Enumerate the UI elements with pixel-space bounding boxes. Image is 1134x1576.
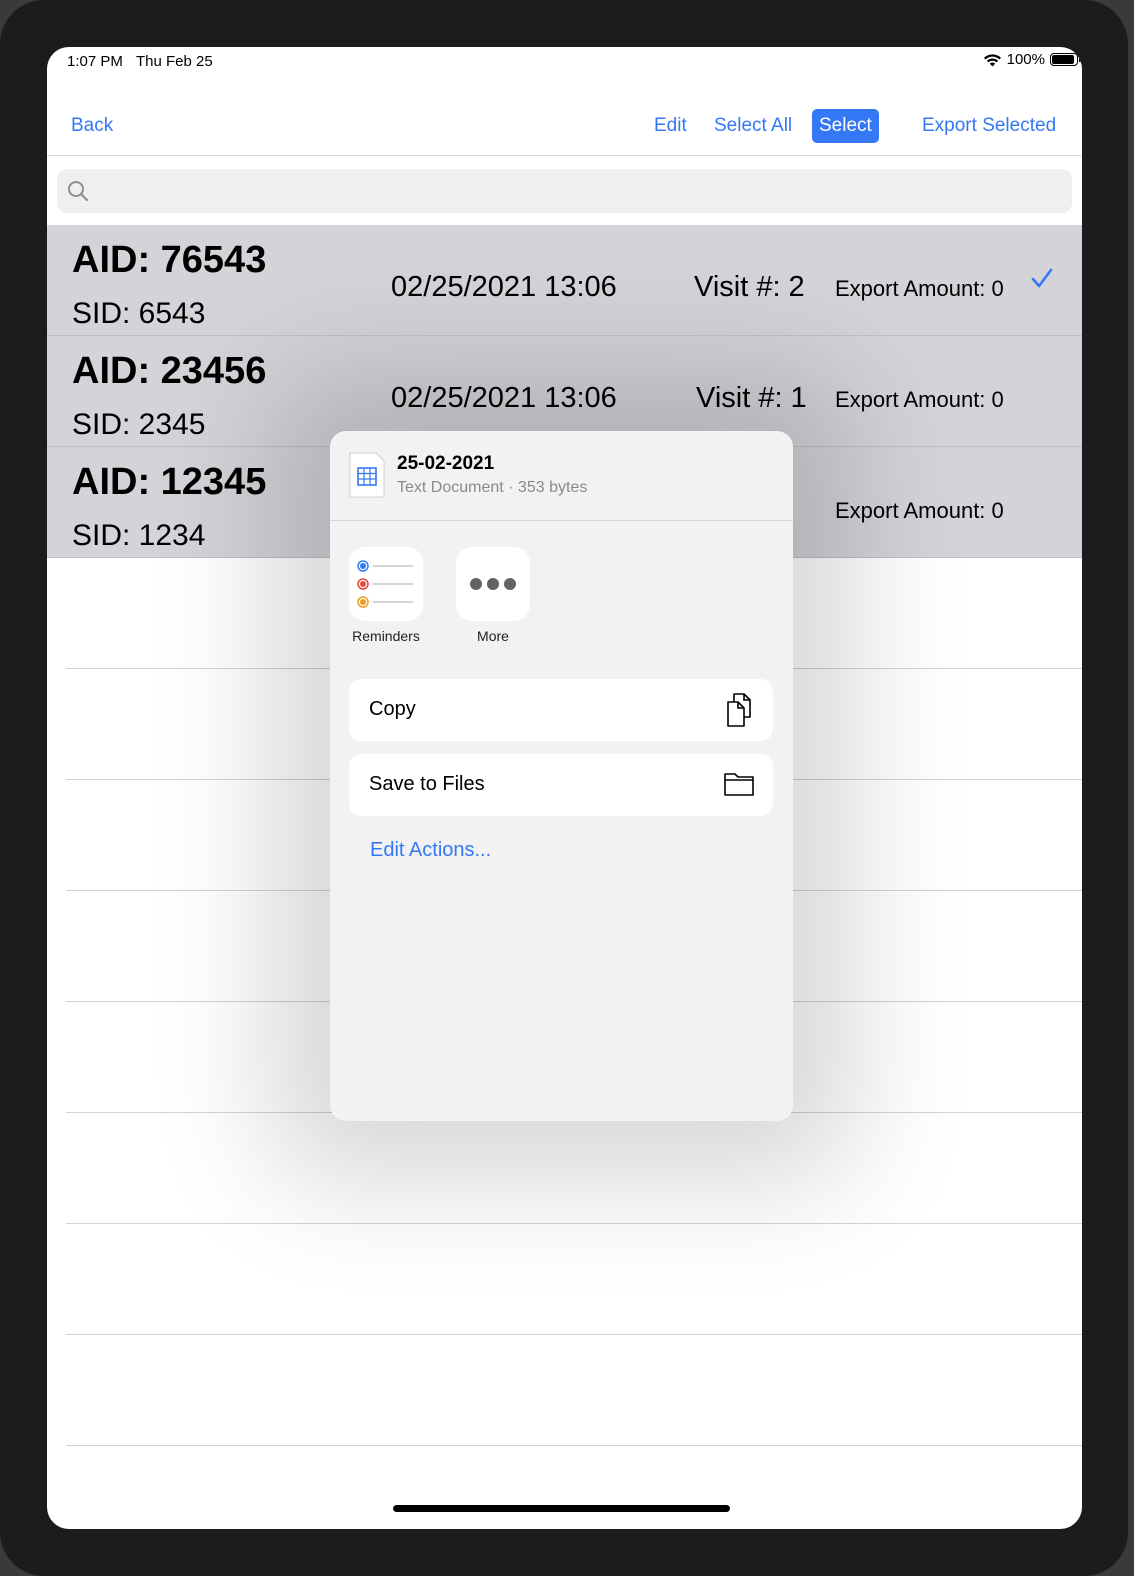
copy-action[interactable]: Copy <box>349 679 773 741</box>
table-row[interactable]: AID: 76543 SID: 6543 02/25/2021 13:06 Vi… <box>47 225 1082 336</box>
spreadsheet-document-icon <box>349 452 385 498</box>
wifi-icon <box>983 53 1001 66</box>
row-date: 02/25/2021 13:06 <box>391 271 617 303</box>
navigation-bar: Back Edit Select All Select Export Selec… <box>47 109 1082 155</box>
edit-button[interactable]: Edit <box>654 109 687 143</box>
save-to-files-action[interactable]: Save to Files <box>349 754 773 816</box>
row-sid: SID: 6543 <box>72 297 206 330</box>
select-all-button[interactable]: Select All <box>714 109 792 143</box>
row-aid: AID: 12345 <box>72 461 267 503</box>
checkmark-icon <box>1031 268 1053 288</box>
search-input[interactable] <box>57 169 1072 213</box>
share-sheet: 25-02-2021 Text Document · 353 bytes Rem… <box>330 431 793 1121</box>
row-date: 02/25/2021 13:06 <box>391 382 617 414</box>
row-aid: AID: 76543 <box>72 239 267 281</box>
save-to-files-label: Save to Files <box>369 773 485 795</box>
row-sid: SID: 2345 <box>72 408 206 441</box>
reminders-app-button[interactable] <box>349 547 423 621</box>
row-separator <box>66 1445 1082 1446</box>
file-info: Text Document · 353 bytes <box>397 479 588 496</box>
row-separator <box>66 1334 1082 1335</box>
home-indicator[interactable] <box>393 1505 730 1512</box>
reminders-icon <box>357 560 413 608</box>
search-icon <box>68 181 89 202</box>
row-export-amount: Export Amount: 0 <box>835 498 1004 523</box>
folder-icon <box>724 773 754 796</box>
edit-actions-link[interactable]: Edit Actions... <box>370 839 491 862</box>
row-aid: AID: 23456 <box>72 350 267 392</box>
export-selected-button[interactable]: Export Selected <box>922 109 1056 143</box>
row-export-amount: Export Amount: 0 <box>835 276 1004 301</box>
more-label: More <box>477 628 509 644</box>
file-name: 25-02-2021 <box>397 453 495 474</box>
row-sid: SID: 1234 <box>72 519 206 552</box>
battery-percent: 100% <box>1006 51 1045 68</box>
row-visit: Visit #: 1 <box>696 382 807 414</box>
battery-icon <box>1050 53 1081 66</box>
copy-label: Copy <box>369 698 416 720</box>
screen: 1:07 PM Thu Feb 25 100% Back Edit Select… <box>47 47 1082 1529</box>
share-sheet-header: 25-02-2021 Text Document · 353 bytes <box>330 431 793 521</box>
reminders-label: Reminders <box>352 628 420 644</box>
row-export-amount: Export Amount: 0 <box>835 387 1004 412</box>
back-button[interactable]: Back <box>71 109 113 143</box>
more-icon <box>470 578 516 590</box>
status-right: 100% <box>983 51 1081 68</box>
copy-icon <box>727 693 751 727</box>
battery-fill <box>1052 55 1074 64</box>
select-button[interactable]: Select <box>812 109 879 143</box>
row-visit: Visit #: 2 <box>694 271 805 303</box>
status-bar: 1:07 PM Thu Feb 25 100% <box>47 47 1082 81</box>
status-time: 1:07 PM <box>67 53 123 70</box>
more-app-button[interactable] <box>456 547 530 621</box>
status-date: Thu Feb 25 <box>136 53 213 70</box>
row-separator <box>66 1223 1082 1224</box>
nav-divider <box>47 155 1082 156</box>
